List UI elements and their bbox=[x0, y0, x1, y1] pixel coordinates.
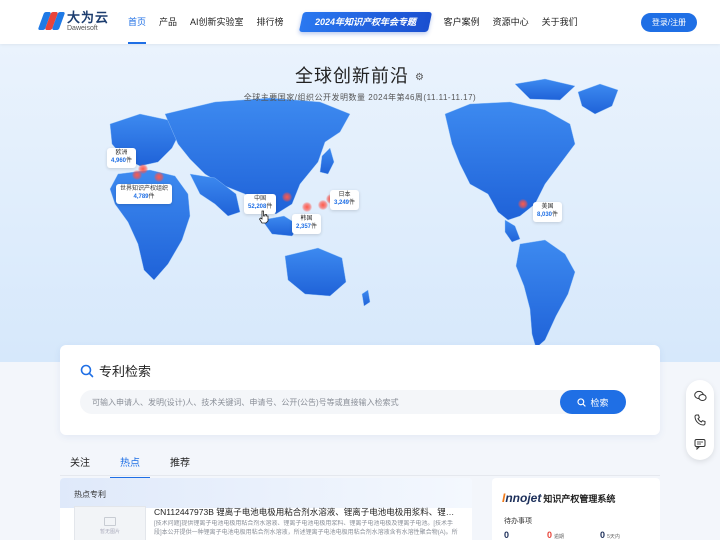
nav-resources[interactable]: 资源中心 bbox=[493, 0, 529, 44]
ip-management-card[interactable]: Innojet 知识产权管理系统 待办事项 0 0 逾期 0 5天内 bbox=[492, 478, 660, 540]
search-button[interactable]: 检索 bbox=[560, 390, 626, 414]
chat-icon[interactable] bbox=[693, 437, 707, 451]
usa-pin[interactable] bbox=[518, 199, 528, 209]
nav-products[interactable]: 产品 bbox=[159, 0, 177, 44]
innojet-logo: Innojet 知识产权管理系统 bbox=[502, 491, 616, 505]
nav-home[interactable]: 首页 bbox=[128, 0, 147, 44]
todo-label: 待办事项 bbox=[504, 518, 532, 525]
todo-stats: 0 0 逾期 0 5天内 bbox=[504, 530, 656, 540]
nav-ip-conference-banner[interactable]: 2024年知识产权年会专题 bbox=[298, 12, 432, 32]
korea-tooltip: 韩国 2,357件 bbox=[292, 214, 322, 234]
patent-thumbnail[interactable]: 暂无图片 bbox=[74, 506, 146, 540]
japan-tooltip: 日本 3,249件 bbox=[330, 190, 360, 210]
tab-hot[interactable]: 热点 bbox=[110, 450, 150, 479]
europe-pin-2[interactable] bbox=[132, 170, 142, 180]
tab-divider bbox=[60, 475, 660, 476]
top-header: 大为云 Daweisoft 首页 产品 AI创新实验室 排行榜 2024年知识产… bbox=[0, 0, 720, 44]
hand-cursor-icon bbox=[258, 210, 269, 224]
usa-tooltip: 美国 8,030件 bbox=[533, 202, 563, 222]
gear-icon[interactable]: ⚙ bbox=[415, 72, 425, 83]
hot-patents-title: 热点专利 bbox=[74, 490, 106, 499]
main-nav: 首页 产品 AI创新实验室 排行榜 2024年知识产权年会专题 客户案例 资源中… bbox=[128, 0, 591, 44]
logo-mark-icon bbox=[37, 10, 66, 32]
login-register-button[interactable]: 登录/注册 bbox=[641, 13, 697, 32]
patent-search-card: 专利检索 检索 bbox=[60, 345, 660, 435]
content-tabs: 关注 热点 推荐 bbox=[60, 450, 210, 479]
nav-rankings[interactable]: 排行榜 bbox=[257, 0, 284, 44]
wipo-pin[interactable] bbox=[154, 172, 164, 182]
patent-search-input[interactable] bbox=[80, 390, 600, 414]
search-icon bbox=[80, 364, 94, 377]
search-heading: 专利检索 bbox=[80, 361, 151, 380]
wechat-icon[interactable] bbox=[693, 389, 707, 403]
hot-patents-header bbox=[60, 478, 472, 508]
patent-title-link[interactable]: CN112447973B 锂离子电池电极用粘合剂水溶液、锂离子电池电极用浆料、锂… bbox=[154, 506, 460, 518]
nav-cases[interactable]: 客户案例 bbox=[444, 0, 480, 44]
todo-stat-overdue[interactable]: 0 逾期 bbox=[547, 530, 564, 540]
nav-ai-lab[interactable]: AI创新实验室 bbox=[190, 0, 244, 44]
hero-section: 全球创新前沿 ⚙ 全球主要国家/组织公开发明数量 2024年第46周(11.11-… bbox=[0, 44, 720, 362]
search-button-icon bbox=[577, 397, 587, 407]
nav-about[interactable]: 关于我们 bbox=[542, 0, 578, 44]
tab-recommend[interactable]: 推荐 bbox=[160, 450, 200, 475]
logo-english: Daweisoft bbox=[67, 24, 98, 32]
hero-subtitle: 全球主要国家/组织公开发明数量 2024年第46周(11.11-11.17) bbox=[243, 93, 477, 102]
todo-stat-total[interactable]: 0 bbox=[504, 530, 511, 540]
china-pin[interactable] bbox=[282, 192, 292, 202]
hero-title: 全球创新前沿 ⚙ bbox=[295, 66, 425, 86]
korea-pin[interactable] bbox=[302, 202, 312, 212]
tab-follow[interactable]: 关注 bbox=[60, 450, 100, 475]
floating-contact-bar bbox=[686, 380, 714, 460]
phone-icon[interactable] bbox=[693, 413, 707, 427]
image-placeholder-icon bbox=[104, 517, 116, 526]
logo[interactable]: 大为云 Daweisoft bbox=[37, 9, 110, 32]
wipo-tooltip: 世界知识产权组织 4,789件 bbox=[116, 184, 173, 204]
patent-abstract: [技术问题]提供锂离子电池电极用粘合剂水溶液、锂离子电池电极用浆料、锂离子电池电… bbox=[154, 521, 458, 536]
europe-tooltip: 欧洲 4,960件 bbox=[107, 148, 137, 168]
hot-patents-card: 热点专利 暂无图片 CN112447973B 锂离子电池电极用粘合剂水溶液、锂离… bbox=[60, 478, 472, 540]
logo-name: 大为云 bbox=[67, 9, 110, 25]
todo-stat-5days[interactable]: 0 5天内 bbox=[600, 530, 620, 540]
